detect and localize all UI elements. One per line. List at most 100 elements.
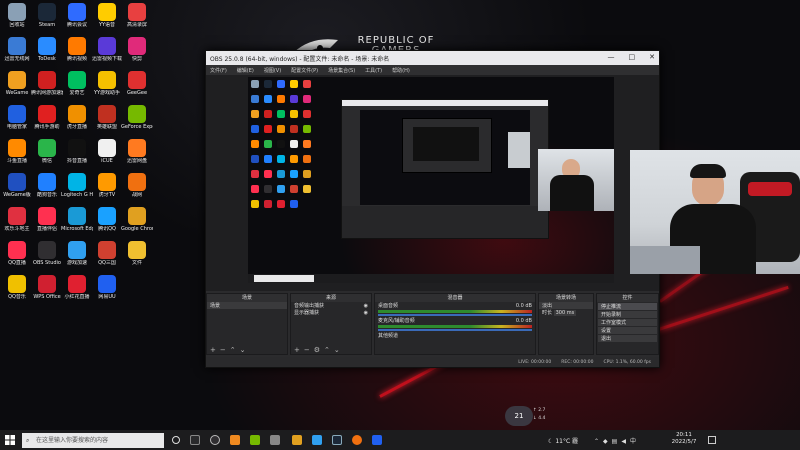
remove-icon[interactable]: − xyxy=(304,346,310,354)
preview-canvas[interactable] xyxy=(248,77,614,283)
desktop-icon[interactable]: OBS Studio xyxy=(31,241,63,266)
desktop-icon[interactable]: 网易UU xyxy=(91,275,123,300)
desktop-icon[interactable]: 小红花直播 xyxy=(61,275,93,300)
desktop-icon[interactable]: 迅雷视频下载 xyxy=(91,37,123,62)
desktop-icon[interactable]: 迅雷网盘 xyxy=(121,139,153,164)
desktop-icon[interactable]: WPS Office xyxy=(31,275,63,300)
task-view-icon[interactable] xyxy=(172,436,180,444)
desktop-icon[interactable]: iCUE xyxy=(91,139,123,164)
taskbar-clock[interactable]: 20:11 2022/5/7 xyxy=(664,432,704,446)
stop-streaming-button[interactable]: 停止推流 xyxy=(598,303,657,310)
desktop-icon[interactable]: 腾讯网游加速器 xyxy=(31,71,63,96)
desktop-icon[interactable]: 虎牙直播 xyxy=(61,105,93,130)
close-button[interactable]: ✕ xyxy=(649,53,655,61)
settings-button[interactable]: 设置 xyxy=(598,327,657,334)
chevron-down-icon[interactable]: ⌄ xyxy=(240,346,246,354)
menu-scene-collection[interactable]: 场景集合(S) xyxy=(328,67,355,74)
menu-view[interactable]: 视图(V) xyxy=(264,67,281,74)
desktop-icon[interactable]: Microsoft Edge xyxy=(61,207,93,232)
taskbar-app-icon[interactable] xyxy=(312,435,322,445)
controls-dock[interactable]: 控件 停止推流 开始录制 工作室模式 设置 退出 xyxy=(596,293,659,355)
desktop-icon[interactable]: WeGame版 xyxy=(1,173,33,198)
menu-file[interactable]: 文件(F) xyxy=(210,67,227,74)
desktop-icon[interactable]: 回收站 xyxy=(1,3,33,28)
transitions-dock[interactable]: 场景转场 淡出 时长 300 ms xyxy=(538,293,594,355)
remove-icon[interactable]: − xyxy=(220,346,226,354)
desktop-icon[interactable]: 斗鱼直播 xyxy=(1,139,33,164)
network-icon[interactable]: ▤ xyxy=(612,438,622,445)
menu-edit[interactable]: 编辑(E) xyxy=(237,67,254,74)
desktop-icon[interactable]: Google Chrome xyxy=(121,207,153,232)
taskbar-app-icon[interactable] xyxy=(230,435,240,445)
sources-dock[interactable]: 来源 音频输出捕获 ◉ 显示器捕获 ◉ + − ⚙ ⌃ ⌄ xyxy=(290,293,372,355)
volume-slider[interactable] xyxy=(378,314,532,316)
desktop-icon[interactable]: 迅雷无线网 xyxy=(1,37,33,62)
taskbar-app-icon[interactable] xyxy=(250,435,260,445)
desktop-icon[interactable]: Steam xyxy=(31,3,63,28)
desktop-icon[interactable]: 英雄联盟 xyxy=(91,105,123,130)
chevron-up-icon[interactable]: ⌃ xyxy=(594,438,603,445)
start-recording-button[interactable]: 开始录制 xyxy=(598,311,657,318)
chevron-up-icon[interactable]: ⌃ xyxy=(230,346,236,354)
desktop-icon[interactable]: 高清录屏 xyxy=(121,3,153,28)
desktop-icon[interactable]: QQ直播 xyxy=(1,241,33,266)
taskbar-app-icon[interactable] xyxy=(292,435,302,445)
desktop-icon[interactable]: ToDesk xyxy=(31,37,63,62)
desktop-icon[interactable]: 腾讯QQ xyxy=(91,207,123,232)
ime-icon[interactable]: 中 xyxy=(630,438,640,445)
desktop-icon[interactable]: 抖音直播 xyxy=(61,139,93,164)
desktop-icon[interactable]: 爱奇艺 xyxy=(61,71,93,96)
obs-preview-area[interactable] xyxy=(206,75,659,291)
desktop-icon[interactable]: 欢乐斗地主 xyxy=(1,207,33,232)
desktop-icon[interactable]: WeGame xyxy=(1,71,33,96)
source-item[interactable]: 音频输出捕获 ◉ xyxy=(291,302,371,309)
desktop-icon[interactable]: 直播伴侣 xyxy=(31,207,63,232)
taskbar-search-input[interactable]: ⌕ 在这里输入你要搜索的内容 xyxy=(22,433,164,448)
desktop-icon[interactable]: QQ三国 xyxy=(91,241,123,266)
taskbar-app-icon[interactable] xyxy=(190,435,200,445)
desktop-icon[interactable]: GeForce Experience xyxy=(121,105,153,130)
obs-window[interactable]: OBS 25.0.8 (64-bit, windows) - 配置文件: 未命名… xyxy=(205,50,660,368)
taskbar-app-icon[interactable] xyxy=(352,435,362,445)
chevron-down-icon[interactable]: ⌄ xyxy=(334,346,340,354)
desktop-icon[interactable]: 酷狗音乐 xyxy=(31,173,63,198)
exit-button[interactable]: 退出 xyxy=(598,335,657,342)
windows-start-icon[interactable] xyxy=(5,435,15,445)
desktop-icon[interactable]: 游戏加速 xyxy=(61,241,93,266)
obs-titlebar[interactable]: OBS 25.0.8 (64-bit, windows) - 配置文件: 未命名… xyxy=(206,51,659,65)
desktop-icon[interactable]: 腾讯视频 xyxy=(61,37,93,62)
steam-taskbar-icon[interactable] xyxy=(332,435,342,445)
minimize-button[interactable]: — xyxy=(608,53,615,61)
desktop-icon[interactable]: 腾讯会议 xyxy=(61,3,93,28)
desktop-icon[interactable]: Logitech G HUB xyxy=(61,173,93,198)
desktop-icon[interactable]: 快剪 xyxy=(121,37,153,62)
duration-input[interactable]: 300 ms xyxy=(553,310,577,316)
menu-help[interactable]: 帮助(H) xyxy=(392,67,410,74)
weather-widget[interactable]: ☾ 11°C 霾 xyxy=(548,436,578,445)
add-icon[interactable]: + xyxy=(294,346,300,354)
source-item[interactable]: 显示器捕获 ◉ xyxy=(291,309,371,316)
desktop-icon[interactable]: YY游戏助手 xyxy=(91,71,123,96)
volume-icon[interactable]: ◀ xyxy=(621,438,630,445)
desktop-icon[interactable]: 战网 xyxy=(121,173,153,198)
scenes-dock[interactable]: 场景 场景 + − ⌃ ⌄ xyxy=(206,293,288,355)
desktop-icon[interactable]: 电脑管家 xyxy=(1,105,33,130)
volume-slider[interactable] xyxy=(378,329,532,331)
gear-icon[interactable]: ⚙ xyxy=(314,346,320,354)
temperature-widget[interactable]: 21 xyxy=(505,406,533,426)
taskbar-app-icon[interactable] xyxy=(270,435,280,445)
desktop-icon[interactable]: 虎牙TV xyxy=(91,173,123,198)
desktop-icon[interactable]: QQ音乐 xyxy=(1,275,33,300)
menu-tools[interactable]: 工具(T) xyxy=(365,67,382,74)
add-icon[interactable]: + xyxy=(210,346,216,354)
desktop-icon[interactable]: 文件 xyxy=(121,241,153,266)
desktop-icon[interactable]: 微信 xyxy=(31,139,63,164)
scene-item[interactable]: 场景 xyxy=(207,302,287,309)
obs-taskbar-icon[interactable] xyxy=(210,435,220,445)
taskbar-app-icon[interactable] xyxy=(372,435,382,445)
eye-icon[interactable]: ◉ xyxy=(364,310,368,316)
maximize-button[interactable]: □ xyxy=(629,53,636,61)
studio-mode-button[interactable]: 工作室模式 xyxy=(598,319,657,326)
eye-icon[interactable]: ◉ xyxy=(364,303,368,309)
system-tray[interactable]: ⌃◆▤◀中 xyxy=(594,436,640,445)
